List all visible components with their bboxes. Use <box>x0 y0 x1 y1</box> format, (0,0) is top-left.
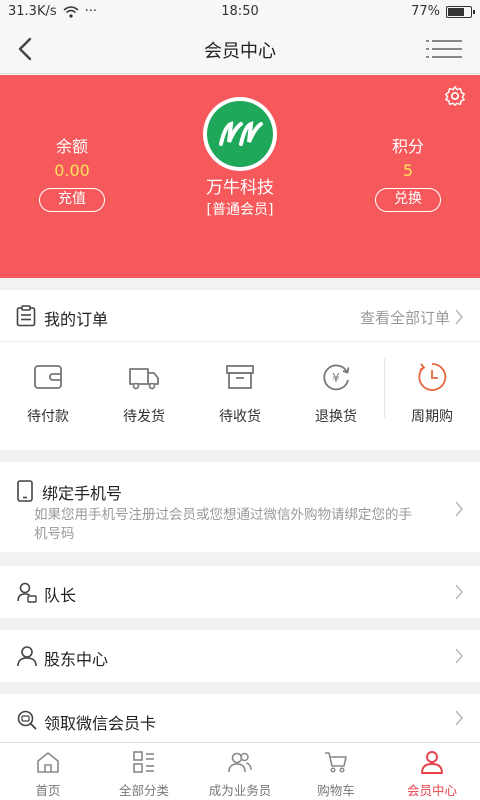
order-pending-payment[interactable]: 待付款 <box>0 350 96 426</box>
points-value: 5 <box>402 161 414 180</box>
user-icon <box>421 751 443 774</box>
tab-all-categories[interactable]: 全部分类 <box>96 743 192 800</box>
chevron-right-icon <box>455 584 464 600</box>
nav-header: 会员中心 <box>0 24 480 74</box>
clock: 18:50 <box>221 4 259 19</box>
tab-label: 首页 <box>35 783 61 798</box>
home-icon <box>37 752 59 773</box>
balance-label: 余额 <box>55 137 88 156</box>
tab-cart[interactable]: 购物车 <box>288 743 384 800</box>
tab-label: 全部分类 <box>118 783 169 798</box>
wechat-member-card-row[interactable]: 领取微信会员卡 <box>0 694 480 742</box>
order-item-label: 待付款 <box>27 409 69 425</box>
bind-phone-row[interactable]: 绑定手机号 如果您用手机号注册过会员或您想通过微信外购物请绑定您的手机号码 <box>0 462 480 552</box>
member-profile-panel: 余额 0.00 充值 万牛科技 [普通会员] 积分 5 兑换 <box>0 75 480 278</box>
order-item-label: 待发货 <box>123 409 165 425</box>
battery-icon <box>446 5 475 18</box>
captain-icon <box>17 582 37 603</box>
tab-home[interactable]: 首页 <box>0 743 96 800</box>
points-label: 积分 <box>391 137 424 156</box>
users-icon <box>228 752 252 773</box>
order-item-label: 周期购 <box>411 409 453 425</box>
svg-text:¥: ¥ <box>332 371 340 385</box>
wechat-member-card-label: 领取微信会员卡 <box>44 714 157 733</box>
order-returns[interactable]: ¥ 退换货 <box>288 350 384 426</box>
tab-label: 成为业务员 <box>208 783 272 798</box>
points-block: 积分 5 兑换 <box>348 133 468 212</box>
orders-header[interactable]: 我的订单 查看全部订单 <box>0 290 480 342</box>
clipboard-icon <box>16 305 36 327</box>
chevron-right-icon <box>455 309 464 325</box>
tab-member-center[interactable]: 会员中心 <box>384 743 480 800</box>
truck-icon <box>129 368 159 390</box>
order-status-row: 待付款 待发货 待收货 ¥ 退换货 周期购 <box>0 350 480 440</box>
status-bar: 31.3K/s ··· 18:50 77% <box>0 0 480 24</box>
box-icon <box>226 365 254 389</box>
user-icon <box>17 646 37 667</box>
battery-percent: 77% <box>411 4 440 19</box>
order-pending-receipt[interactable]: 待收货 <box>192 350 288 426</box>
logo-mark-icon <box>219 121 263 146</box>
refund-icon: ¥ <box>323 364 350 391</box>
page-title: 会员中心 <box>204 41 276 62</box>
captain-row[interactable]: 队长 <box>0 566 480 618</box>
wallet-icon <box>34 365 62 389</box>
tab-label: 购物车 <box>317 783 355 798</box>
order-item-label: 待收货 <box>219 409 261 425</box>
tab-become-salesperson[interactable]: 成为业务员 <box>192 743 288 800</box>
order-item-label: 退换货 <box>315 409 357 425</box>
order-pending-shipment[interactable]: 待发货 <box>96 350 192 426</box>
list-menu-icon[interactable] <box>426 36 462 62</box>
cart-icon <box>325 752 347 773</box>
captain-label: 队长 <box>44 586 77 605</box>
search-card-icon <box>17 710 37 730</box>
tab-label: 会员中心 <box>406 783 457 798</box>
chevron-right-icon <box>455 648 464 664</box>
exchange-button[interactable]: 兑换 <box>375 188 441 212</box>
bottom-tab-bar: 首页 全部分类 成为业务员 购物车 会员中心 <box>0 742 480 800</box>
clock-icon <box>418 363 447 391</box>
settings-gear-icon[interactable] <box>444 85 466 107</box>
company-logo[interactable] <box>203 97 277 171</box>
order-subscription[interactable]: 周期购 <box>384 350 480 426</box>
chevron-right-icon <box>455 501 464 517</box>
orders-card: 我的订单 查看全部订单 待付款 待发货 待收货 ¥ 退换货 周期购 <box>0 290 480 450</box>
orders-title: 我的订单 <box>44 310 109 329</box>
view-all-orders-link[interactable]: 查看全部订单 <box>360 307 450 328</box>
bind-phone-title: 绑定手机号 <box>42 484 123 503</box>
phone-icon <box>17 480 33 502</box>
shareholder-center-row[interactable]: 股东中心 <box>0 630 480 682</box>
category-grid-icon <box>133 751 154 773</box>
bind-phone-description: 如果您用手机号注册过会员或您想通过微信外购物请绑定您的手机号码 <box>34 507 412 542</box>
shareholder-center-label: 股东中心 <box>44 650 109 669</box>
chevron-right-icon <box>455 710 464 726</box>
